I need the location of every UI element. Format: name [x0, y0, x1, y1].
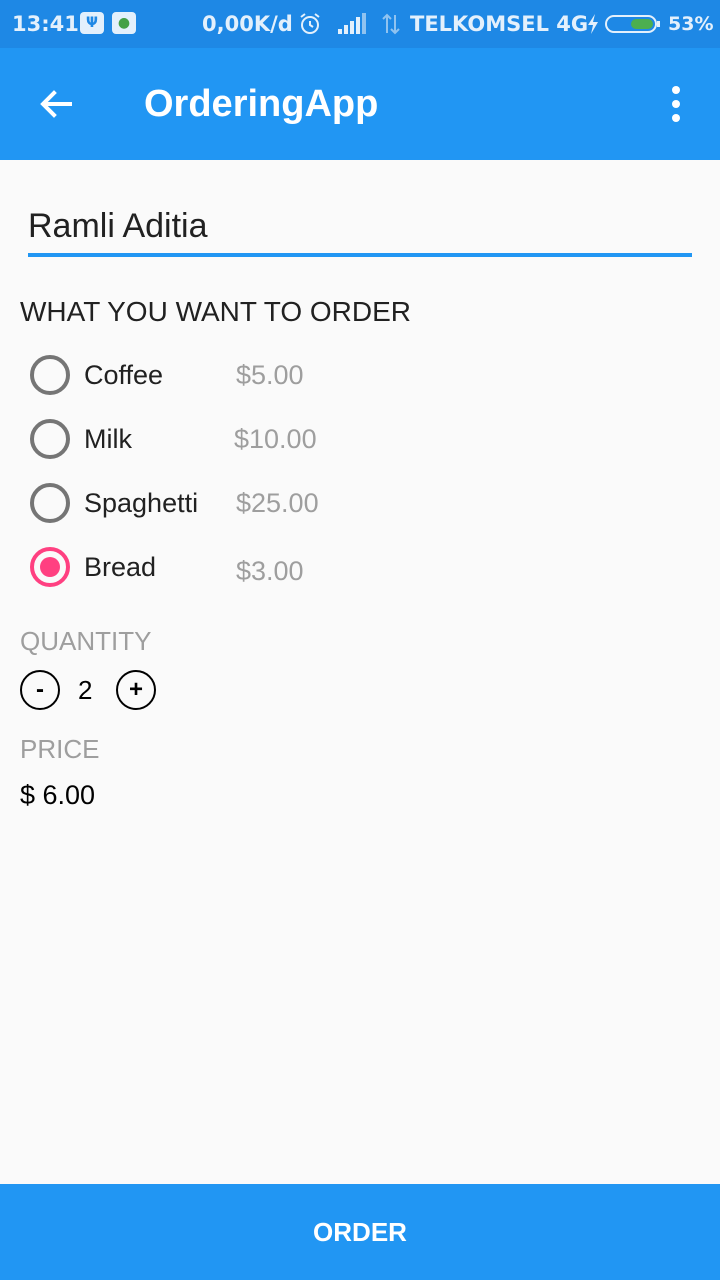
option-price: $25.00 [236, 488, 319, 518]
radio-option-coffee[interactable]: Coffee $5.00 [30, 350, 450, 400]
back-arrow-icon[interactable] [36, 84, 76, 124]
radio-option-spaghetti[interactable]: Spaghetti $25.00 [30, 478, 450, 528]
option-label: Coffee [84, 360, 164, 390]
alarm-icon [298, 0, 322, 48]
status-battery-percent: 53% [668, 13, 714, 35]
quantity-label: QUANTITY [20, 626, 152, 656]
status-carrier: TELKOMSEL 4G [410, 12, 589, 36]
radio-button[interactable] [30, 419, 70, 459]
menu-dot [672, 114, 680, 122]
radio-option-milk[interactable]: Milk $10.00 [30, 414, 450, 464]
quantity-value: 2 [78, 674, 93, 705]
app-bar: OrderingApp [0, 48, 720, 160]
battery-icon [604, 0, 662, 48]
status-network-speed: 0,00K/d [202, 12, 293, 36]
option-label: Milk [84, 424, 132, 454]
data-transfer-icon [380, 0, 402, 48]
usb-icon: Ψ [80, 12, 104, 34]
price-value: $ 6.00 [20, 780, 96, 810]
status-bar: 13:41 Ψ ● 0,00K/d TELKOMSEL 4G 53% [0, 0, 720, 48]
status-time: 13:41 [12, 12, 79, 36]
price-label: PRICE [20, 734, 100, 764]
radio-button[interactable] [30, 483, 70, 523]
radio-button[interactable] [30, 355, 70, 395]
increment-button[interactable]: + [116, 670, 156, 710]
order-section-heading: WHAT YOU WANT TO ORDER [20, 296, 412, 327]
order-button[interactable]: ORDER [0, 1184, 720, 1280]
menu-dot [672, 86, 680, 94]
option-price: $3.00 [236, 556, 304, 586]
radio-option-bread[interactable]: Bread $3.00 [30, 542, 450, 592]
menu-dot [672, 100, 680, 108]
more-options-icon[interactable] [660, 84, 692, 124]
signal-icon [336, 0, 368, 48]
option-price: $10.00 [234, 424, 317, 454]
option-price: $5.00 [236, 360, 304, 390]
radio-button-checked[interactable] [30, 547, 70, 587]
android-icon: ● [112, 12, 136, 34]
option-label: Spaghetti [84, 488, 199, 518]
charging-icon [586, 0, 600, 48]
option-label: Bread [84, 552, 157, 582]
app-title: OrderingApp [144, 82, 379, 125]
name-input[interactable] [28, 200, 692, 257]
decrement-button[interactable]: - [20, 670, 60, 710]
